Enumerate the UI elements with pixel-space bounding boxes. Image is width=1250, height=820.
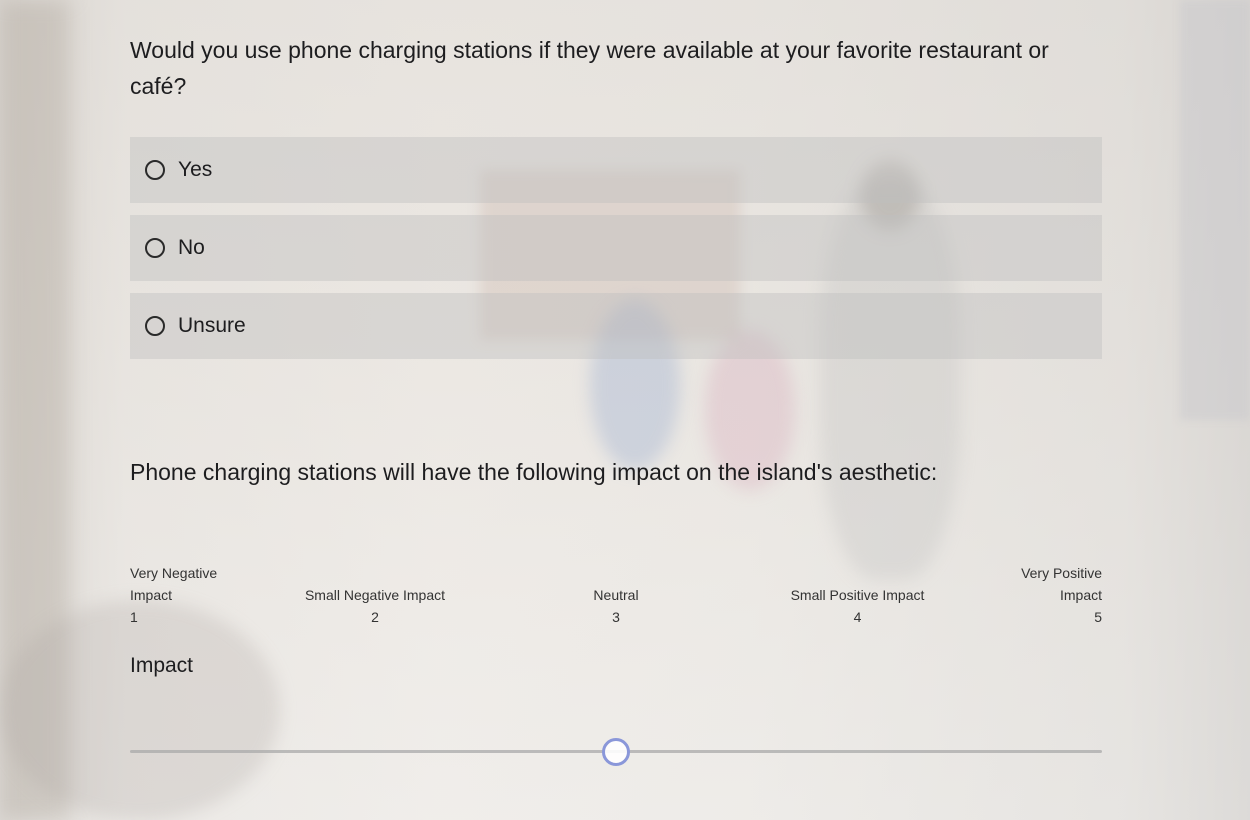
question-charging-title: Would you use phone charging stations if… — [130, 37, 1049, 99]
scale-point-text: Very Negative — [130, 565, 218, 581]
scale-point-2: Small Negative Impact 2 — [285, 584, 465, 628]
option-label: No — [178, 236, 205, 259]
scale-point-text: Very Positive — [1021, 565, 1102, 581]
scale-point-value: 2 — [371, 609, 379, 625]
background-photo — [0, 0, 1250, 820]
option-label: Unsure — [178, 314, 246, 337]
scale-point-3: Neutral 3 — [566, 584, 666, 628]
scale-point-text: Impact — [1059, 587, 1102, 603]
scale-point-text: Small Positive Impact — [790, 587, 925, 603]
scale-point-value: 5 — [1094, 609, 1102, 625]
radio-icon[interactable] — [145, 160, 165, 180]
radio-icon[interactable] — [145, 238, 165, 258]
option-no[interactable]: No — [130, 215, 1102, 281]
answer-options: Yes No Unsure — [130, 137, 1102, 371]
option-label: Yes — [178, 158, 213, 181]
scale-point-text: Impact — [130, 587, 173, 603]
option-unsure[interactable]: Unsure — [130, 293, 1102, 359]
scale-point-1: Very Negative Impact 1 — [130, 562, 217, 628]
question-aesthetic-title: Phone charging stations will have the fo… — [130, 459, 938, 485]
scale-point-value: 3 — [612, 609, 620, 625]
scale-point-5: Very Positive Impact 5 — [1021, 562, 1102, 628]
scale-point-4: Small Positive Impact 4 — [760, 584, 955, 628]
slider-label: Impact — [130, 654, 194, 677]
scale-point-value: 4 — [853, 609, 862, 625]
impact-slider[interactable] — [130, 738, 1102, 766]
scale-point-text: Small Negative Impact — [304, 587, 446, 603]
impact-scale-legend: Very Negative Impact 1 Small Negative Im… — [130, 558, 1102, 628]
scale-point-value: 1 — [130, 609, 138, 625]
radio-icon[interactable] — [145, 316, 165, 336]
scale-point-text: Neutral — [593, 587, 639, 603]
slider-thumb[interactable] — [602, 738, 630, 766]
option-yes[interactable]: Yes — [130, 137, 1102, 203]
